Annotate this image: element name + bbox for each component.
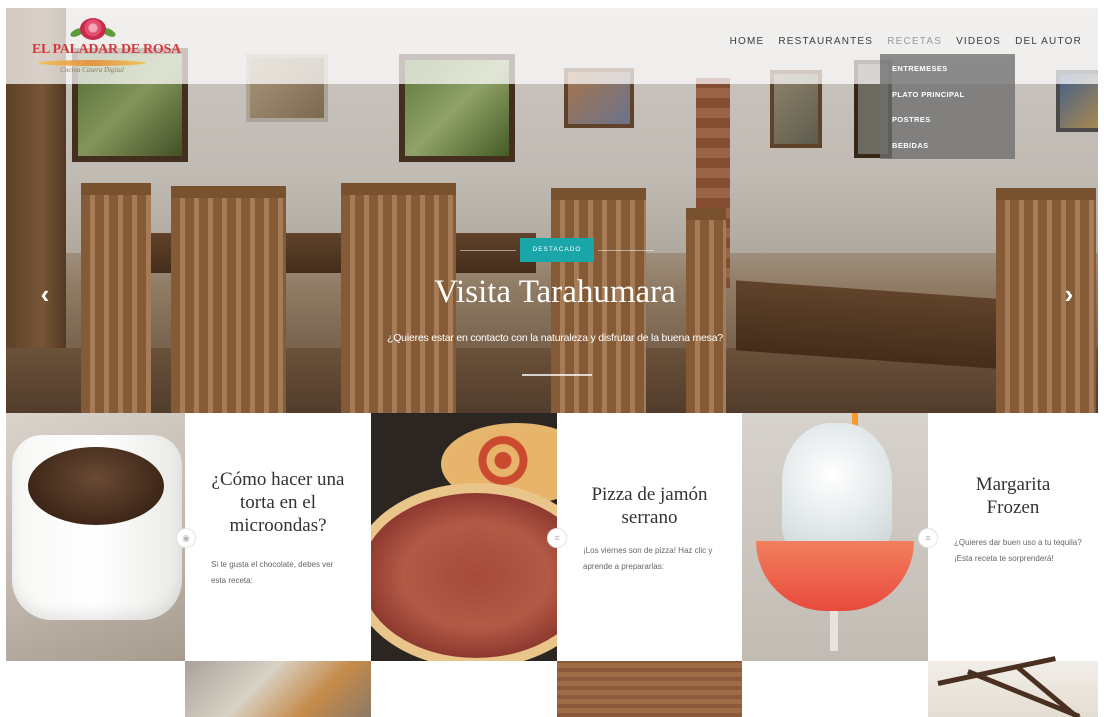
card-description: Si te gusta el chocolate, debes ver esta… — [211, 560, 334, 585]
slide-subtitle: ¿Quieres estar en contacto con la natura… — [387, 332, 723, 344]
slide-divider — [522, 374, 592, 376]
recipe-card[interactable]: Pizza de jamón serrano ¡Los viernes son … — [557, 413, 742, 661]
nav-home[interactable]: HOME — [730, 36, 765, 47]
document-icon: ≡ — [918, 528, 938, 548]
card-title[interactable]: Margarita Frozen — [928, 473, 1098, 519]
margarita-image[interactable] — [742, 413, 928, 661]
dropdown-item-bebidas[interactable]: BEBIDAS — [880, 133, 1015, 159]
recipe-thumbnail[interactable] — [928, 656, 1098, 717]
card-title[interactable]: Pizza de jamón serrano — [557, 483, 742, 529]
camera-icon: ◉ — [176, 528, 196, 548]
card-description: ¡Los viernes son de pizza! Haz clic y ap… — [583, 546, 713, 571]
card-description: ¿Quieres dar buen uso a tu tequila? ¡Est… — [954, 538, 1082, 563]
document-icon: ≡ — [547, 528, 567, 548]
nav-restaurantes[interactable]: RESTAURANTES — [778, 36, 873, 47]
recetas-dropdown: ENTREMESES PLATO PRINCIPAL POSTRES BEBID… — [880, 54, 1015, 159]
nav-videos[interactable]: VIDEOS — [956, 36, 1001, 47]
dropdown-item-plato-principal[interactable]: PLATO PRINCIPAL — [880, 82, 1015, 108]
page: EL PALADAR DE ROSA Cocina Casera Digital… — [0, 0, 1104, 717]
recipe-thumbnail[interactable] — [557, 661, 742, 717]
chevron-right-icon[interactable]: › — [1057, 280, 1081, 308]
card-title[interactable]: ¿Cómo hacer una torta en el microondas? — [185, 468, 371, 537]
recipe-card[interactable]: ¿Cómo hacer una torta en el microondas? … — [185, 413, 371, 661]
main-menu: HOME RESTAURANTES RECETAS VIDEOS DEL AUT… — [730, 36, 1082, 47]
site-logo[interactable]: EL PALADAR DE ROSA Cocina Casera Digital — [32, 18, 181, 76]
pizza-image[interactable] — [371, 413, 557, 661]
nav-recetas[interactable]: RECETAS — [887, 36, 942, 47]
logo-tagline: Cocina Casera Digital — [60, 66, 124, 74]
recipe-card[interactable]: Margarita Frozen ¿Quieres dar buen uso a… — [928, 413, 1098, 661]
mug-cake-image[interactable] — [6, 413, 185, 661]
nav-del-autor[interactable]: DEL AUTOR — [1015, 36, 1082, 47]
logo-title: EL PALADAR DE ROSA — [32, 42, 181, 57]
chevron-left-icon[interactable]: ‹ — [33, 280, 57, 308]
recipe-thumbnail[interactable] — [185, 661, 371, 717]
featured-badge[interactable]: DESTACADO — [520, 238, 594, 262]
slide-title[interactable]: Visita Tarahumara — [330, 274, 780, 311]
dropdown-item-entremeses[interactable]: ENTREMESES — [880, 56, 1015, 82]
rose-icon — [80, 18, 106, 40]
dropdown-item-postres[interactable]: POSTRES — [880, 107, 1015, 133]
